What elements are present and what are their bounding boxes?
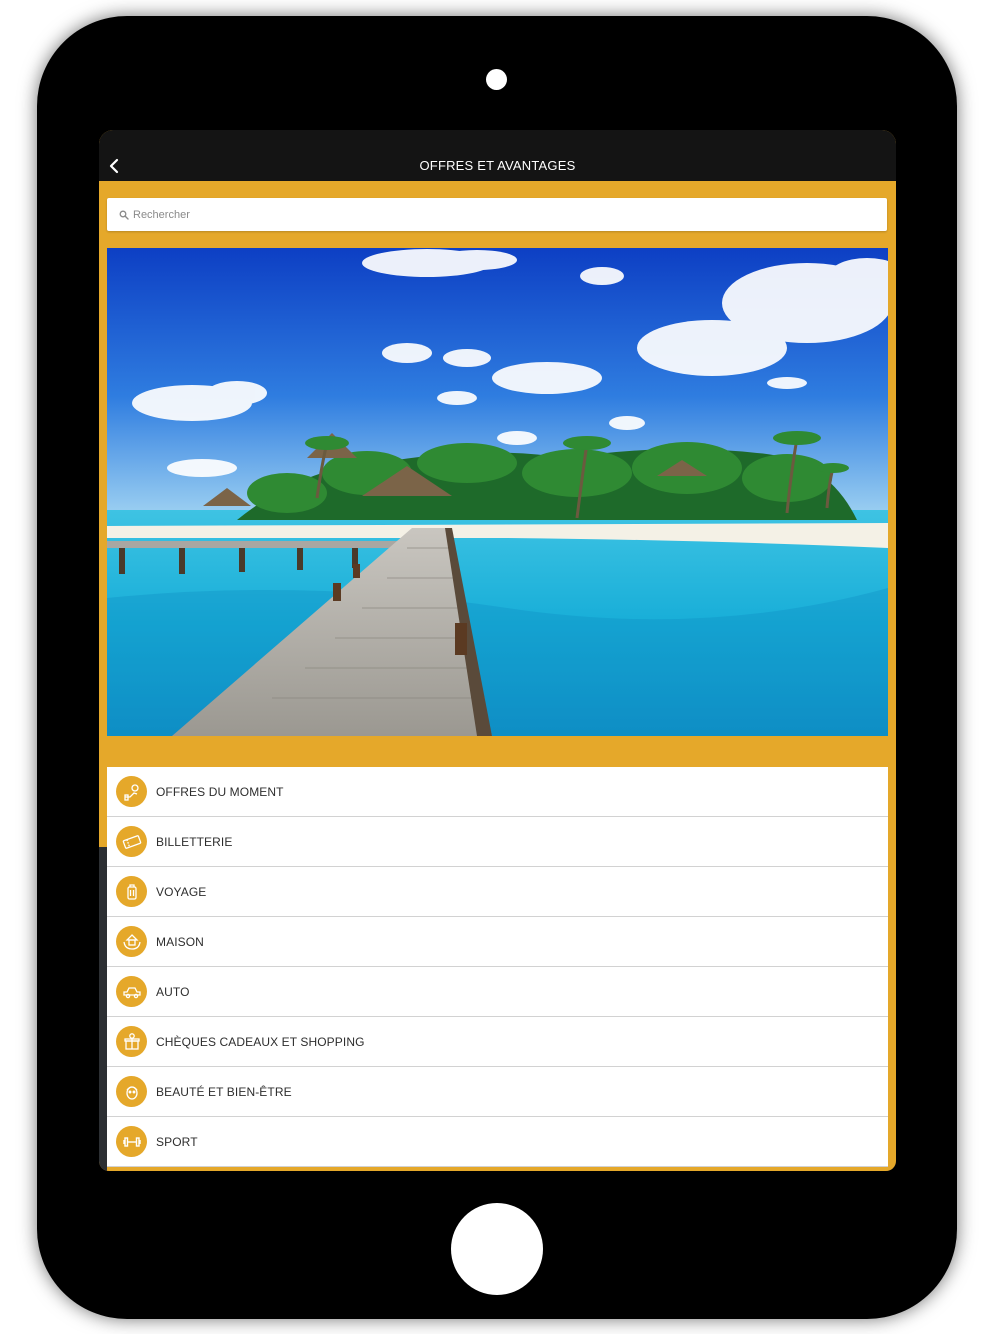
page-title: OFFRES ET AVANTAGES — [419, 158, 576, 173]
category-label: AUTO — [156, 984, 190, 999]
gift-icon — [116, 1026, 147, 1057]
tropical-island-photo — [107, 248, 888, 736]
app-screen: OFFRES ET AVANTAGES Rechercher OFFRES DU… — [99, 130, 896, 1171]
category-maison[interactable]: MAISON — [107, 917, 888, 967]
tablet-frame: OFFRES ET AVANTAGES Rechercher OFFRES DU… — [37, 16, 957, 1319]
category-label: CHÈQUES CADEAUX ET SHOPPING — [156, 1034, 365, 1049]
dumbbell-icon — [116, 1126, 147, 1157]
category-label: VOYAGE — [156, 884, 207, 899]
category-cheques-cadeaux[interactable]: CHÈQUES CADEAUX ET SHOPPING — [107, 1017, 888, 1067]
suitcase-icon — [116, 876, 147, 907]
ticket-icon — [116, 826, 147, 857]
house-hands-icon — [116, 926, 147, 957]
navigation-bar: OFFRES ET AVANTAGES — [99, 130, 896, 181]
banner-image — [107, 248, 888, 736]
category-label: BEAUTÉ ET BIEN-ÊTRE — [156, 1084, 292, 1099]
home-button[interactable] — [451, 1203, 543, 1295]
offer-icon — [116, 776, 147, 807]
search-bar[interactable] — [107, 198, 887, 231]
category-voyage[interactable]: VOYAGE — [107, 867, 888, 917]
search-icon — [119, 210, 129, 220]
category-label: OFFRES DU MOMENT — [156, 784, 284, 799]
category-auto[interactable]: AUTO — [107, 967, 888, 1017]
category-beaute[interactable]: BEAUTÉ ET BIEN-ÊTRE — [107, 1067, 888, 1117]
category-sport[interactable]: SPORT — [107, 1117, 888, 1167]
category-label: BILLETTERIE — [156, 834, 233, 849]
category-label: MAISON — [156, 934, 204, 949]
category-offres-du-moment[interactable]: OFFRES DU MOMENT — [107, 767, 888, 817]
front-camera — [486, 69, 507, 90]
category-billetterie[interactable]: BILLETTERIE — [107, 817, 888, 867]
category-list: OFFRES DU MOMENT BILLETTERIE VOYAGE MAIS… — [107, 767, 888, 1167]
category-label: SPORT — [156, 1134, 198, 1149]
car-icon — [116, 976, 147, 1007]
search-input[interactable] — [133, 208, 833, 221]
beauty-face-icon — [116, 1076, 147, 1107]
side-drawer-handle[interactable] — [99, 847, 107, 1171]
